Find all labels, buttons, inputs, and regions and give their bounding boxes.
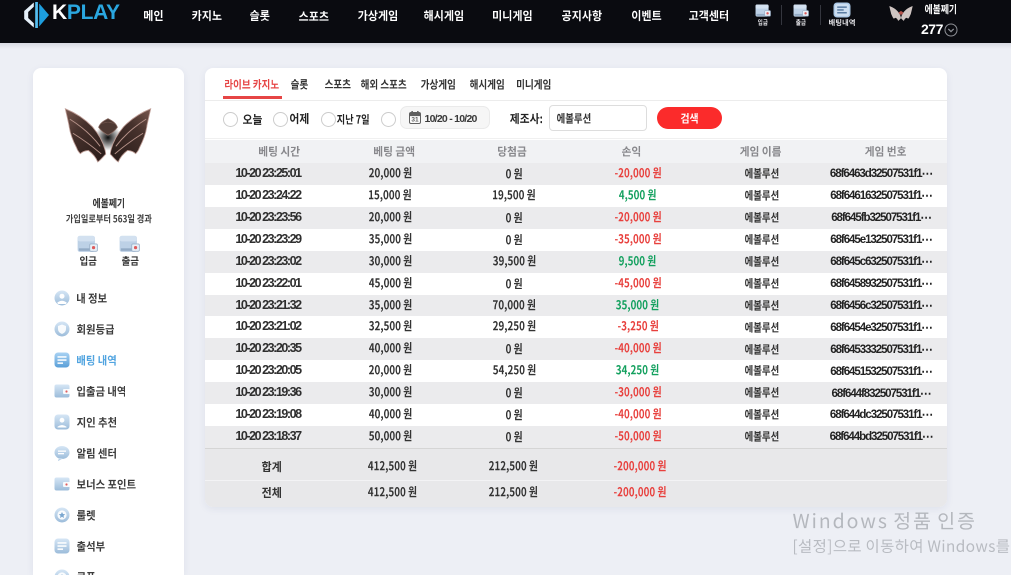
svg-text:31: 31: [411, 117, 419, 124]
